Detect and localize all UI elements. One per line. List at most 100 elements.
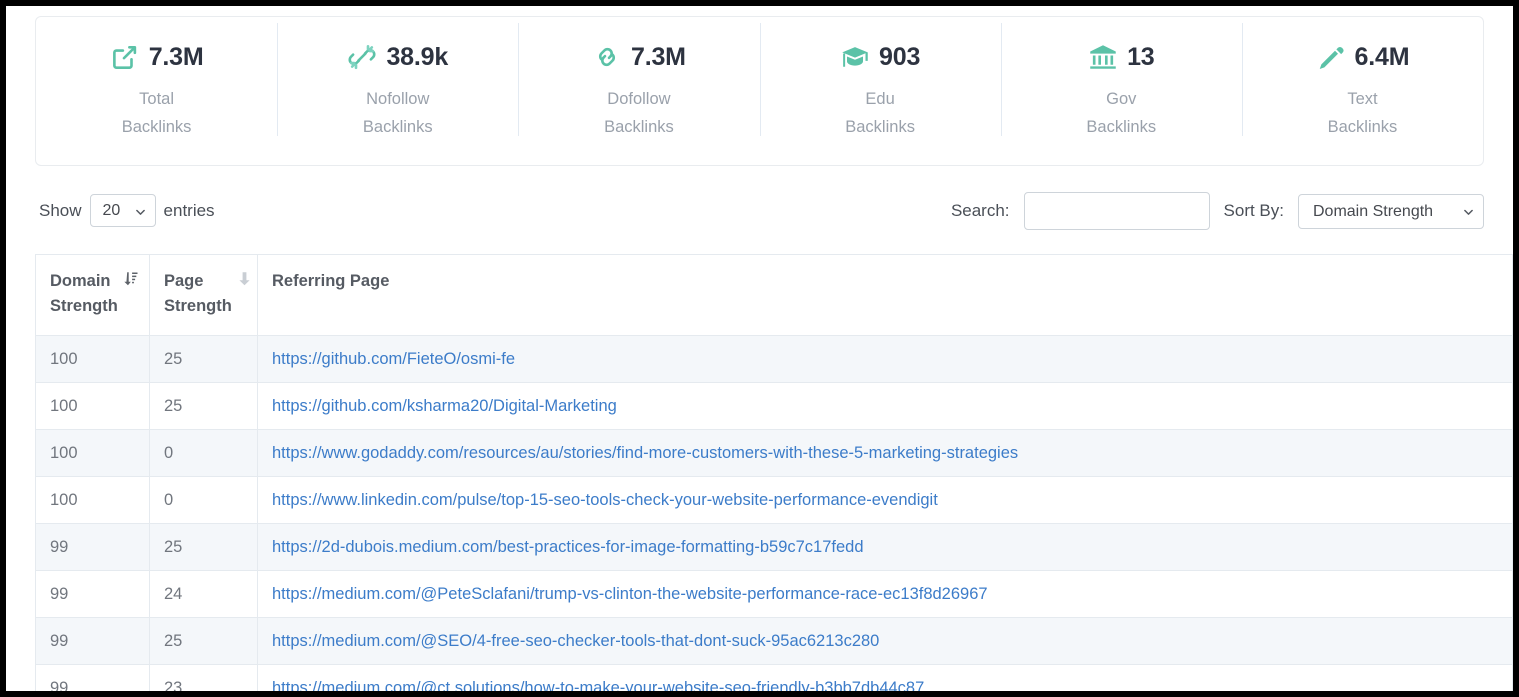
- stat-dofollow-backlinks: 7.3M Dofollow Backlinks: [518, 17, 759, 141]
- table-row: 100 25 https://github.com/FieteO/osmi-fe: [36, 336, 1513, 383]
- sort-by-select[interactable]: Domain Strength: [1298, 194, 1484, 229]
- stat-label: Total Backlinks: [36, 85, 277, 141]
- entries-length-group: Show 20 entries: [39, 194, 215, 227]
- stat-label-line1: Dofollow: [518, 85, 759, 113]
- stat-value: 903: [879, 43, 920, 72]
- entries-length-select[interactable]: 20: [90, 194, 156, 227]
- cell-referring-page: https://www.linkedin.com/pulse/top-15-se…: [258, 477, 1513, 524]
- referring-page-link[interactable]: https://github.com/ksharma20/Digital-Mar…: [272, 397, 617, 415]
- cell-referring-page: https://medium.com/@SEO/4-free-seo-check…: [258, 618, 1513, 665]
- table-row: 99 23 https://medium.com/@ct.solutions/h…: [36, 665, 1513, 692]
- external-link-icon: [110, 42, 140, 72]
- pencil-icon: [1316, 42, 1346, 72]
- cell-page-strength: 25: [150, 524, 258, 571]
- stat-gov-backlinks: 13 Gov Backlinks: [1001, 17, 1242, 141]
- backlink-stats-card: 7.3M Total Backlinks 38.9k: [35, 16, 1484, 166]
- backlinks-panel: 7.3M Total Backlinks 38.9k: [6, 6, 1513, 691]
- stat-label-line1: Edu: [760, 85, 1001, 113]
- stat-value: 13: [1127, 43, 1154, 72]
- cell-page-strength: 25: [150, 618, 258, 665]
- show-label: Show: [39, 201, 82, 221]
- stat-value: 7.3M: [631, 43, 686, 72]
- cell-page-strength: 24: [150, 571, 258, 618]
- stat-label: Edu Backlinks: [760, 85, 1001, 141]
- cell-referring-page: https://medium.com/@ct.solutions/how-to-…: [258, 665, 1513, 692]
- cell-page-strength: 25: [150, 336, 258, 383]
- search-label: Search:: [951, 201, 1010, 221]
- column-header-label: Referring Page: [272, 269, 389, 294]
- sort-by-label: Sort By:: [1224, 201, 1284, 221]
- stat-label-line1: Total: [36, 85, 277, 113]
- cell-referring-page: https://2d-dubois.medium.com/best-practi…: [258, 524, 1513, 571]
- column-header-label: Domain Strength: [50, 269, 118, 319]
- stat-top-row: 7.3M: [36, 39, 277, 75]
- stat-top-row: 7.3M: [518, 39, 759, 75]
- cell-referring-page: https://medium.com/@PeteSclafani/trump-v…: [258, 571, 1513, 618]
- stat-label-line1: Text: [1242, 85, 1483, 113]
- stat-top-row: 13: [1001, 39, 1242, 75]
- stat-value: 7.3M: [149, 43, 204, 72]
- column-header-domain-strength[interactable]: Domain Strength: [36, 255, 150, 336]
- graduation-cap-icon: [840, 42, 870, 72]
- stat-label-line2: Backlinks: [36, 113, 277, 141]
- column-header-referring-page[interactable]: Referring Page: [258, 255, 1513, 336]
- stat-edu-backlinks: 903 Edu Backlinks: [760, 17, 1001, 141]
- cell-domain-strength: 99: [36, 618, 150, 665]
- stat-label: Text Backlinks: [1242, 85, 1483, 141]
- table-row: 100 0 https://www.godaddy.com/resources/…: [36, 430, 1513, 477]
- entries-label: entries: [164, 201, 215, 221]
- referring-page-link[interactable]: https://medium.com/@SEO/4-free-seo-check…: [272, 632, 879, 650]
- cell-page-strength: 0: [150, 477, 258, 524]
- table-row: 99 24 https://medium.com/@PeteSclafani/t…: [36, 571, 1513, 618]
- referring-page-link[interactable]: https://www.godaddy.com/resources/au/sto…: [272, 444, 1018, 462]
- backlinks-table-container: Domain Strength: [35, 254, 1513, 691]
- referring-page-link[interactable]: https://www.linkedin.com/pulse/top-15-se…: [272, 491, 938, 509]
- column-header-page-strength[interactable]: Page Strength: [150, 255, 258, 336]
- stat-label: Gov Backlinks: [1001, 85, 1242, 141]
- cell-domain-strength: 100: [36, 477, 150, 524]
- chain-link-icon: [592, 42, 622, 72]
- stat-top-row: 38.9k: [277, 39, 518, 75]
- stat-total-backlinks: 7.3M Total Backlinks: [36, 17, 277, 141]
- sort-by-select-wrap[interactable]: Domain Strength: [1298, 194, 1484, 229]
- table-header-row: Domain Strength: [36, 255, 1513, 336]
- stat-top-row: 903: [760, 39, 1001, 75]
- table-body: 100 25 https://github.com/FieteO/osmi-fe…: [36, 336, 1513, 692]
- stat-label-line2: Backlinks: [518, 113, 759, 141]
- stat-top-row: 6.4M: [1242, 39, 1483, 75]
- cell-referring-page: https://github.com/ksharma20/Digital-Mar…: [258, 383, 1513, 430]
- column-header-label: Page Strength: [164, 269, 232, 319]
- search-and-sort-group: Search: Sort By: Domain Strength: [951, 192, 1484, 230]
- cell-domain-strength: 100: [36, 430, 150, 477]
- stat-label-line2: Backlinks: [1242, 113, 1483, 141]
- stat-value: 6.4M: [1355, 43, 1410, 72]
- table-row: 100 25 https://github.com/ksharma20/Digi…: [36, 383, 1513, 430]
- table-row: 99 25 https://2d-dubois.medium.com/best-…: [36, 524, 1513, 571]
- cell-domain-strength: 99: [36, 524, 150, 571]
- cell-domain-strength: 99: [36, 665, 150, 692]
- stat-label: Nofollow Backlinks: [277, 85, 518, 141]
- bank-icon: [1088, 42, 1118, 72]
- broken-chain-icon: [347, 42, 377, 72]
- stat-label: Dofollow Backlinks: [518, 85, 759, 141]
- table-controls: Show 20 entries Search: Sort By: Domain …: [35, 186, 1484, 248]
- cell-domain-strength: 100: [36, 383, 150, 430]
- cell-referring-page: https://github.com/FieteO/osmi-fe: [258, 336, 1513, 383]
- cell-page-strength: 25: [150, 383, 258, 430]
- cell-page-strength: 23: [150, 665, 258, 692]
- referring-page-link[interactable]: https://medium.com/@PeteSclafani/trump-v…: [272, 585, 988, 603]
- arrow-down-icon: [238, 271, 251, 286]
- cell-domain-strength: 99: [36, 571, 150, 618]
- table-head: Domain Strength: [36, 255, 1513, 336]
- referring-page-link[interactable]: https://github.com/FieteO/osmi-fe: [272, 350, 515, 368]
- referring-page-link[interactable]: https://2d-dubois.medium.com/best-practi…: [272, 538, 864, 556]
- table-row: 99 25 https://medium.com/@SEO/4-free-seo…: [36, 618, 1513, 665]
- sort-amount-desc-icon: [124, 271, 138, 286]
- backlinks-table: Domain Strength: [35, 254, 1513, 691]
- referring-page-link[interactable]: https://medium.com/@ct.solutions/how-to-…: [272, 679, 924, 691]
- search-input[interactable]: [1024, 192, 1210, 230]
- stat-label-line2: Backlinks: [277, 113, 518, 141]
- stat-value: 38.9k: [386, 43, 448, 72]
- entries-length-select-wrap[interactable]: 20: [90, 194, 156, 227]
- cell-referring-page: https://www.godaddy.com/resources/au/sto…: [258, 430, 1513, 477]
